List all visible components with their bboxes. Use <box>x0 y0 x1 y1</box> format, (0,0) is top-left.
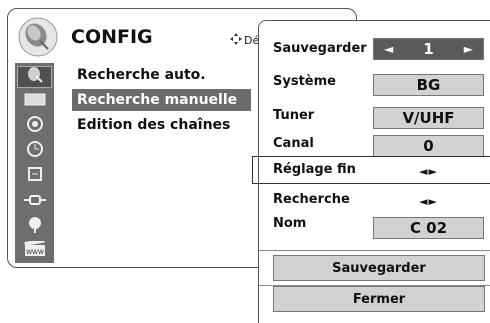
sidebar-item-satellite[interactable] <box>17 66 52 88</box>
svg-text:WWW: WWW <box>26 249 44 256</box>
save-button[interactable]: Sauvegarder <box>273 255 485 281</box>
sidebar-item-option[interactable] <box>17 216 52 236</box>
arrow-right-icon[interactable]: ► <box>464 42 473 56</box>
sidebar: WWW <box>15 63 54 263</box>
sidebar-item-audio[interactable] <box>17 116 52 136</box>
sidebar-item-lock[interactable] <box>17 166 52 186</box>
manual-search-panel: Sauvegarder ◄ 1 ► Système BG Tuner V/UHF… <box>252 20 490 323</box>
menu-item-channel-edit[interactable]: Edition des chaînes <box>72 114 251 136</box>
satellite-dish-logo-icon <box>18 17 58 57</box>
plug-icon <box>23 192 46 211</box>
antenna-icon <box>26 67 44 87</box>
sidebar-item-time[interactable] <box>17 141 52 161</box>
system-value[interactable]: BG <box>373 74 484 96</box>
sidebar-item-input[interactable] <box>17 191 52 211</box>
sidebar-item-picture[interactable] <box>17 91 52 111</box>
fine-tuning-label: Réglage fin <box>273 162 356 177</box>
arrow-left-icon[interactable]: ◄ <box>384 42 393 56</box>
channel-value[interactable]: 0 <box>373 135 484 157</box>
channel-label: Canal <box>273 136 314 151</box>
sidebar-item-media[interactable]: WWW <box>17 238 52 261</box>
divider <box>259 250 490 251</box>
page-title: CONFIG <box>71 26 153 48</box>
save-slot-stepper[interactable]: ◄ 1 ► <box>373 38 484 60</box>
screen-icon <box>24 92 46 111</box>
save-slot-label: Sauvegarder <box>273 41 367 56</box>
search-label: Recherche <box>273 192 350 207</box>
dpad-icon <box>230 33 242 48</box>
tuner-value[interactable]: V/UHF <box>373 107 484 129</box>
lock-icon <box>26 165 44 187</box>
menu-item-manual-search[interactable]: Recherche manuelle <box>72 89 251 111</box>
close-button[interactable]: Fermer <box>273 286 485 312</box>
menu-item-auto-search[interactable]: Recherche auto. <box>72 64 251 86</box>
tuner-label: Tuner <box>273 108 315 123</box>
clock-icon <box>26 140 44 162</box>
fine-tuning-arrows[interactable]: ◄► <box>419 165 438 178</box>
film-icon: WWW <box>23 238 46 261</box>
globe-icon <box>26 215 44 237</box>
search-arrows[interactable]: ◄► <box>419 195 438 208</box>
save-slot-value: 1 <box>423 40 434 58</box>
speaker-icon <box>26 115 44 137</box>
name-value[interactable]: C 02 <box>373 217 484 239</box>
system-label: Système <box>273 74 336 89</box>
name-label: Nom <box>273 216 307 231</box>
